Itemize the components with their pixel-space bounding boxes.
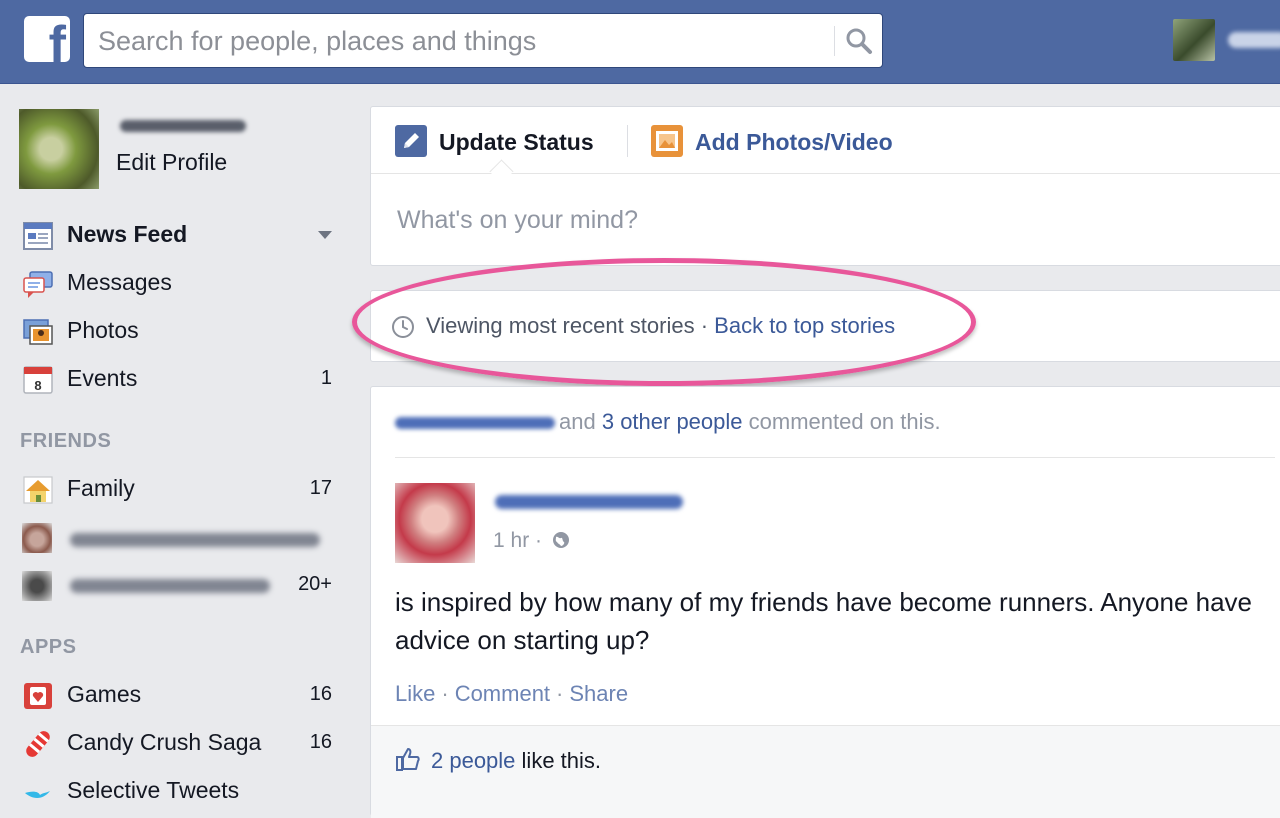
- timestamp-link[interactable]: 1 hr: [493, 529, 529, 552]
- other-people-link[interactable]: 3 other people: [602, 409, 743, 434]
- likes-text: 2 people like this.: [431, 748, 601, 774]
- likes-tail: like this.: [521, 748, 602, 773]
- messages-icon: [23, 271, 53, 298]
- sidebar-item-news-feed[interactable]: News Feed: [22, 217, 340, 253]
- profile-name-redacted[interactable]: [120, 120, 246, 132]
- friend-avatar: [22, 523, 52, 553]
- sidebar-item-label: Photos: [67, 317, 139, 343]
- action-separator: ·: [556, 681, 564, 706]
- viewing-recent-label: Viewing most recent stories: [426, 313, 695, 338]
- update-status-label: Update Status: [439, 129, 594, 155]
- tab-update-status[interactable]: Update Status: [395, 125, 615, 161]
- feed-story: and 3 other people commented on this. 1 …: [370, 386, 1280, 818]
- user-name-redacted[interactable]: [1228, 32, 1280, 48]
- sidebar-item-label: Candy Crush Saga: [67, 729, 262, 755]
- sidebar-item-label: Messages: [67, 269, 172, 295]
- thumbs-up-icon: [396, 748, 420, 771]
- friends-section-heading[interactable]: FRIENDS: [20, 430, 111, 453]
- sidebar-item-candy-crush-saga[interactable]: Candy Crush Saga 16: [22, 725, 340, 761]
- likers-link[interactable]: 2 people: [431, 748, 515, 773]
- chevron-down-icon[interactable]: [318, 231, 332, 239]
- facebook-logo-letter: f: [48, 16, 66, 62]
- recent-stories-notice: Viewing most recent stories · Back to to…: [370, 290, 1280, 362]
- like-button[interactable]: Like: [395, 681, 435, 706]
- news-feed-icon: [23, 222, 53, 250]
- comment-button[interactable]: Comment: [455, 681, 550, 706]
- apps-section-heading[interactable]: APPS: [20, 636, 76, 659]
- user-avatar[interactable]: [1173, 19, 1215, 61]
- clock-icon: [392, 316, 414, 338]
- sidebar-item-events[interactable]: 8 Events 1: [22, 361, 340, 397]
- tab-add-photos-video[interactable]: Add Photos/Video: [651, 125, 911, 161]
- photo-icon: [651, 125, 683, 157]
- friend-name-redacted: [70, 533, 320, 547]
- left-sidebar: Edit Profile News Feed Messages Photos 8…: [0, 84, 360, 803]
- sidebar-item-selective-tweets[interactable]: Selective Tweets: [22, 773, 340, 809]
- candy-icon: [26, 731, 50, 757]
- sidebar-item-family[interactable]: Family 17: [22, 471, 340, 507]
- photos-icon: [23, 319, 53, 345]
- bird-icon: [25, 791, 50, 798]
- sidebar-item-label: Games: [67, 681, 142, 707]
- story-actions: Like · Comment · Share: [395, 681, 628, 707]
- profile-picture[interactable]: [19, 109, 99, 189]
- house-icon: [23, 476, 53, 504]
- status-input[interactable]: [395, 201, 1259, 239]
- friend-name-redacted: [70, 579, 270, 593]
- story-divider: [395, 457, 1275, 458]
- notification-count: 17: [309, 477, 332, 499]
- calendar-day-number: 8: [34, 378, 41, 393]
- author-avatar[interactable]: [395, 483, 475, 563]
- recent-stories-text: Viewing most recent stories · Back to to…: [426, 313, 895, 339]
- author-name-redacted[interactable]: [495, 495, 683, 509]
- status-composer: Update Status Add Photos/Video: [370, 106, 1280, 266]
- meta-separator: ·: [529, 529, 548, 552]
- facebook-logo[interactable]: f: [24, 16, 70, 62]
- calendar-icon: 8: [23, 366, 53, 394]
- sidebar-item-label: Events: [67, 365, 138, 391]
- tab-divider: [627, 125, 628, 157]
- context-tail: commented on this.: [748, 409, 941, 434]
- sidebar-item-friend-list[interactable]: [22, 519, 340, 555]
- separator-dot: ·: [694, 313, 715, 338]
- back-to-top-stories-link[interactable]: Back to top stories: [714, 313, 895, 338]
- share-button[interactable]: Share: [569, 681, 628, 706]
- likes-bar: 2 people like this.: [371, 725, 1280, 818]
- games-icon: [24, 683, 52, 709]
- story-meta: 1 hr ·: [493, 529, 570, 553]
- active-tab-pointer: [489, 159, 514, 184]
- edit-profile-link[interactable]: Edit Profile: [116, 149, 227, 176]
- story-body: is inspired by how many of my friends ha…: [395, 587, 1253, 655]
- search-icon[interactable]: [844, 26, 874, 56]
- friend-name-redacted[interactable]: [395, 417, 555, 430]
- top-bar: f: [0, 0, 1280, 84]
- sidebar-item-label: Family: [67, 475, 135, 501]
- globe-icon[interactable]: [552, 531, 570, 549]
- add-photos-label: Add Photos/Video: [695, 129, 893, 155]
- sidebar-item-friend-list[interactable]: 20+: [22, 567, 340, 603]
- search-divider: [834, 26, 835, 56]
- context-and: and: [559, 409, 596, 434]
- sidebar-item-games[interactable]: Games 16: [22, 677, 340, 713]
- notification-count: 16: [309, 731, 332, 753]
- search-box[interactable]: [83, 13, 883, 68]
- notification-count: 1: [320, 367, 332, 389]
- notification-count: 16: [309, 683, 332, 705]
- pencil-icon: [395, 125, 427, 157]
- notification-count: 20+: [298, 573, 332, 595]
- sidebar-item-label: News Feed: [67, 221, 188, 247]
- friend-avatar: [22, 571, 52, 601]
- sidebar-item-photos[interactable]: Photos: [22, 313, 340, 349]
- search-input[interactable]: [96, 22, 820, 60]
- sidebar-item-messages[interactable]: Messages: [22, 265, 340, 301]
- story-context: and 3 other people commented on this.: [395, 409, 941, 435]
- action-separator: ·: [441, 681, 449, 706]
